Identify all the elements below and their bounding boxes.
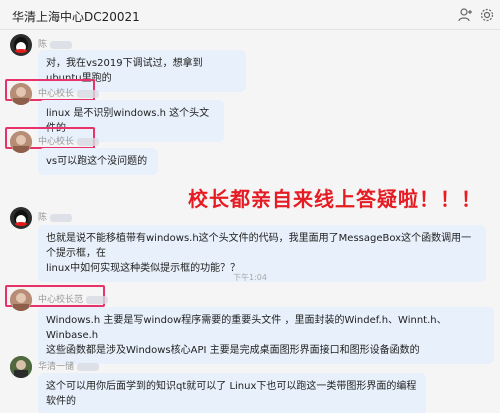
sender-name: 中心校长 [38,134,100,147]
avatar[interactable] [10,289,32,311]
avatar[interactable] [10,34,32,56]
timestamp: 下午1:04 [233,273,267,282]
message-line: Windows.h 主要是写window程序需要的重要头文件 ，里面封装的Win… [46,315,447,341]
message-bubble: vs可以跑这个没问题的 [38,148,158,175]
avatar[interactable] [10,207,32,229]
sender-name: 中心校长 [38,86,100,99]
sender-name: 陈 [38,37,73,50]
message-line: 这些函数都是涉及Windows核心API 主要是完成桌面图形界面接口和图形设备函… [46,345,420,356]
message-line: 也就是说不能移植带有windows.h这个头文件的代码，我里面用了Message… [46,233,472,259]
sender-name: 中心校长范 [38,292,109,305]
window-title: 华清上海中心DC20021 [12,10,140,24]
avatar[interactable] [10,356,32,378]
message-bubble: 这个可以用你后面学到的知识qt就可以了 Linux下也可以跑这一类带图形界面的编… [38,373,426,413]
gear-icon[interactable] [478,6,496,24]
sender-name: 陈 [38,210,73,223]
sender-name: 华清一储 [38,359,100,372]
message-bubble: Windows.h 主要是写window程序需要的重要头文件 ，里面封装的Win… [38,307,494,364]
avatar[interactable] [10,83,32,105]
overlay-caption: 校长都亲自来线上答疑啦！！！ [188,187,482,211]
avatar[interactable] [10,131,32,153]
title-bar: 华清上海中心DC20021 [0,0,500,30]
add-user-icon[interactable] [456,6,474,24]
